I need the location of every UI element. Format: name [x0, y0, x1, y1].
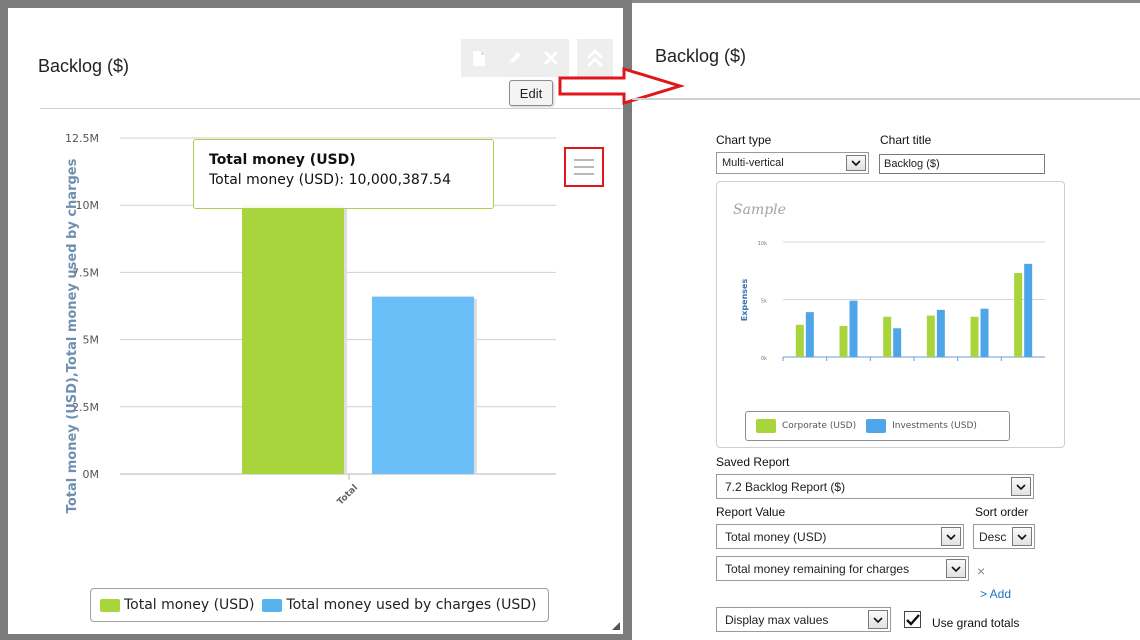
legend-label: Total money (USD) [124, 597, 255, 613]
sample-bar [805, 312, 814, 357]
screenshot-root: Backlog ($) Edit 0M 2.5M 5M 7.5M 10M 12.5M Tot… [0, 0, 1140, 640]
sample-bar-chart: 0k 5k 10k Expenses [740, 241, 1045, 362]
display-value: Display max values [725, 612, 829, 627]
sample-bar [893, 328, 902, 357]
legend-swatch [866, 419, 887, 433]
report-value-1: Total money (USD) [725, 529, 827, 544]
chart-type-value: Multi-vertical [722, 157, 784, 169]
chart-tooltip-title: Total money (USD) [209, 152, 356, 168]
chart-tooltip-body: Total money (USD): 10,000,387.54 [209, 172, 451, 188]
chevron-down-icon [1012, 527, 1032, 546]
legend-label: Total money used by charges (USD) [286, 597, 537, 613]
report-value-2-select[interactable]: Total money remaining for charges [716, 556, 969, 581]
chart-type-select[interactable]: Multi-vertical [716, 152, 869, 174]
edit-panel-divider [632, 98, 1140, 100]
legend-swatch [100, 598, 120, 612]
sample-y-tick-label: 10k [758, 241, 767, 247]
sample-legend: Corporate (USD) Investments (USD) [745, 411, 1010, 441]
display-values-select[interactable]: Display max values [716, 607, 891, 632]
report-value-2: Total money remaining for charges [725, 561, 910, 576]
export-button[interactable] [461, 39, 497, 77]
sample-bar [795, 324, 804, 357]
bar-total-money [242, 205, 344, 474]
grand-totals-checkbox[interactable] [904, 611, 921, 628]
bar-used-by-charges [372, 296, 474, 474]
legend-item-total-money[interactable]: Total money (USD) [100, 597, 254, 613]
chart-title-input[interactable]: Backlog ($) [879, 154, 1045, 174]
sample-bar [839, 325, 848, 357]
collapse-up-icon [587, 48, 603, 67]
widget-toolbar [461, 39, 569, 77]
saved-report-value: 7.2 Backlog Report ($) [725, 479, 846, 494]
widget-title: Backlog ($) [38, 56, 130, 76]
checkmark-icon [905, 613, 920, 626]
legend-item-used-by-charges[interactable]: Total money used by charges (USD) [262, 597, 536, 613]
saved-report-select[interactable]: 7.2 Backlog Report ($) [716, 474, 1034, 499]
x-tick-label: Total [336, 483, 360, 507]
chevron-down-icon [1011, 477, 1031, 496]
backlog-widget: Backlog ($) Edit 0M 2.5M 5M 7.5M 10M 12.5M Tot… [8, 8, 623, 634]
pencil-icon [509, 52, 521, 64]
sample-bar [970, 316, 979, 357]
sample-y-tick-label: 5k [761, 299, 767, 305]
close-icon [544, 51, 558, 65]
y-tick-label: 5M [83, 334, 100, 347]
sample-chart-preview: Sample 0k 5k 10k Expenses Corporate (USD) I… [716, 181, 1065, 448]
sort-order-value: Desc [979, 529, 1007, 544]
sort-order-select[interactable]: Desc [973, 524, 1035, 549]
sample-bar [849, 300, 858, 357]
document-icon [473, 50, 485, 66]
chart-title-label: Chart title [880, 133, 932, 147]
title-divider [40, 108, 622, 109]
saved-report-label: Saved Report [716, 455, 790, 469]
report-value-label: Report Value [716, 505, 786, 519]
chart-legend: Total money (USD) Total money used by ch… [90, 588, 549, 622]
sample-bar [1024, 263, 1033, 357]
sample-bar [980, 308, 989, 357]
chart-tooltip: Total money (USD) Total money (USD): 10,… [193, 139, 494, 209]
edit-tooltip: Edit [509, 80, 553, 106]
sample-y-tick-label: 0k [761, 356, 767, 362]
panel-top-border [632, 0, 1140, 3]
edit-button[interactable] [497, 39, 533, 77]
chart-context-menu-button[interactable] [564, 147, 604, 187]
sample-bar [1014, 273, 1023, 357]
chevron-down-icon [846, 155, 866, 171]
sample-bar [926, 315, 935, 357]
chevron-down-icon [946, 559, 966, 578]
sample-bar [936, 309, 945, 357]
chevron-down-icon [941, 527, 961, 546]
chart-type-label: Chart type [716, 133, 772, 147]
sample-bar [883, 316, 892, 357]
remove-value-button[interactable]: × [977, 563, 985, 579]
add-value-link[interactable]: > Add [980, 587, 1011, 601]
sample-legend-label: Investments (USD) [892, 421, 977, 431]
chevron-down-icon [868, 610, 888, 629]
sample-y-axis-title: Expenses [740, 279, 749, 322]
resize-grip-icon[interactable] [612, 622, 620, 630]
y-tick-label: 0M [83, 468, 100, 481]
legend-swatch [262, 598, 283, 612]
sort-order-label: Sort order [975, 505, 1029, 519]
y-axis-title: Total money (USD),Total money used by ch… [65, 158, 80, 513]
hamburger-menu-icon [574, 159, 594, 161]
y-tick-label: 12.5M [65, 132, 99, 145]
grand-totals-label: Use grand totals [932, 616, 1020, 630]
legend-swatch [756, 419, 776, 433]
red-arrow-annotation [558, 66, 686, 106]
sample-legend-label: Corporate (USD) [782, 421, 857, 431]
report-value-select[interactable]: Total money (USD) [716, 524, 964, 549]
edit-panel-title: Backlog ($) [655, 46, 747, 66]
